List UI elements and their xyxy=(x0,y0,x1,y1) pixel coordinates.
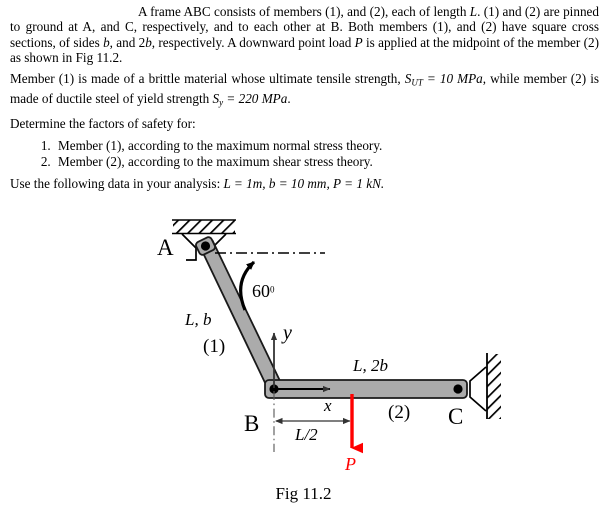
list-item: Member (2), according to the maximum she… xyxy=(54,154,599,170)
symbol-P: P xyxy=(354,34,363,50)
pin-joint-c xyxy=(453,384,463,394)
label-half-length: L/2 xyxy=(295,425,318,444)
label-point-b: B xyxy=(244,411,260,436)
paragraph-1-text-d: , respectively. A downward point load xyxy=(151,34,355,50)
paragraph-2-period: . xyxy=(287,90,291,106)
paragraph-2: Member (1) is made of a brittle material… xyxy=(10,71,599,111)
material-paragraph: Member (1) is made of a brittle material… xyxy=(0,71,607,111)
paragraph-2-text-a: Member (1) is made of a brittle material… xyxy=(10,71,405,86)
data-line-lead: Use the following data in your analysis: xyxy=(10,176,224,191)
paragraph-1: A frame ABC consists of members (1), and… xyxy=(10,4,599,65)
paragraph-2-value-b: = 220 xyxy=(223,90,262,106)
label-load-p: P xyxy=(345,454,356,474)
label-axis-y: y xyxy=(283,322,292,344)
label-point-c: C xyxy=(448,404,464,429)
symbol-b: b xyxy=(103,34,110,50)
label-axis-x: x xyxy=(324,396,332,415)
data-line-values: L = 1m, b = 10 mm, P = 1 kN. xyxy=(223,176,385,191)
list-item: Member (1), according to the maximum nor… xyxy=(54,138,599,154)
support-c-wall xyxy=(469,353,501,419)
degree-symbol: 0 xyxy=(270,284,275,295)
label-member-1-id: (1) xyxy=(203,336,226,357)
determine-prompt: Determine the factors of safety for: xyxy=(0,116,607,131)
paragraph-1-text-a: A frame ABC consists of members (1), and… xyxy=(138,4,470,19)
questions-ordered-list: Member (1), according to the maximum nor… xyxy=(10,138,599,169)
label-member-1-dimensions: L, b xyxy=(185,310,212,329)
angle-value: 60 xyxy=(252,281,270,301)
intro-paragraph: A frame ABC consists of members (1), and… xyxy=(0,4,607,65)
figure-diagram: A B C 600 L, b (1) L, 2b (2) x y L/2 P xyxy=(0,205,607,519)
data-line-paragraph: Use the following data in your analysis:… xyxy=(10,176,599,191)
pin-joint-a xyxy=(200,241,211,251)
prompt-text: Determine the factors of safety for: xyxy=(10,116,196,131)
paragraph-2-value-a: = 10 xyxy=(422,71,458,86)
label-point-a: A xyxy=(157,235,174,260)
frame-abc-svg xyxy=(172,219,501,454)
figure-caption: Fig 11.2 xyxy=(275,484,332,503)
label-angle-60-degrees: 600 xyxy=(252,282,275,300)
question-list: Member (1), according to the maximum nor… xyxy=(0,138,607,169)
unit-mpa-2: MPa xyxy=(261,90,288,106)
unit-mpa-1: MPa xyxy=(457,71,483,86)
symbol-Sut-subscript: UT xyxy=(411,77,423,88)
paragraph-1-text-c: , and 2 xyxy=(109,34,146,50)
label-member-2-id: (2) xyxy=(388,402,411,423)
data-line: Use the following data in your analysis:… xyxy=(0,176,607,191)
symbol-b-2: b xyxy=(145,34,152,50)
label-member-2-dimensions: L, 2b xyxy=(353,356,388,375)
